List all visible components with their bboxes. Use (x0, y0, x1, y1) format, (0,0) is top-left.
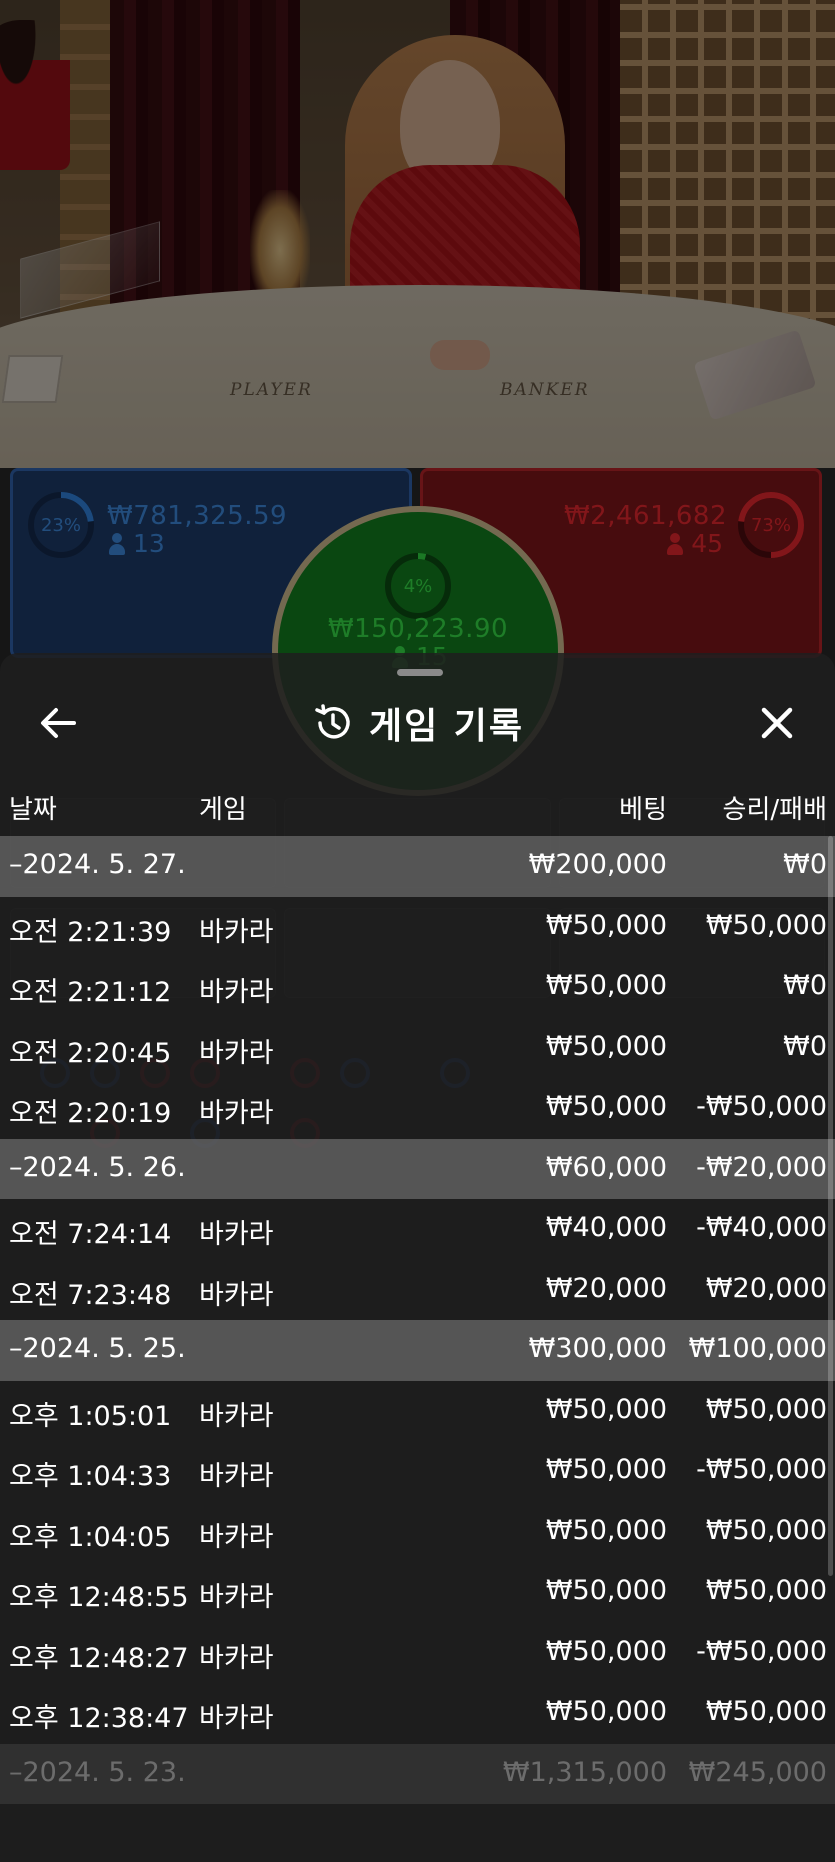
history-row-result: -₩50,000 (696, 1454, 827, 1485)
history-row[interactable]: 오전 2:21:12 바카라 ₩50,000 ₩0 (0, 957, 835, 1018)
history-row-time: 오후 1:05:01 (9, 1400, 172, 1432)
history-row-time: 오후 12:48:27 (9, 1642, 189, 1674)
history-date-result-total: ₩245,000 (688, 1756, 827, 1788)
history-row[interactable]: 오전 2:20:19 바카라 ₩50,000 -₩50,000 (0, 1078, 835, 1139)
history-row-bet: ₩50,000 (545, 1454, 667, 1485)
history-row-bet: ₩50,000 (545, 1393, 667, 1425)
history-row[interactable]: 오전 7:24:14 바카라 ₩40,000 -₩40,000 (0, 1199, 835, 1260)
history-row-result: ₩50,000 (705, 909, 827, 941)
sheet-drag-handle[interactable] (397, 669, 443, 676)
history-row-bet: ₩50,000 (545, 1091, 667, 1122)
history-row-bet: ₩50,000 (545, 1514, 667, 1546)
history-row-game: 바카라 (199, 916, 274, 948)
history-date: –2024. 5. 27. (9, 849, 186, 880)
column-header-result: 승리/패배 (722, 795, 827, 825)
close-icon (761, 707, 793, 739)
history-row-game: 바카라 (199, 1279, 274, 1311)
history-row[interactable]: 오후 1:05:01 바카라 ₩50,000 ₩50,000 (0, 1381, 835, 1442)
sheet-title: 게임 기록 (0, 693, 835, 753)
history-row-bet: ₩50,000 (545, 909, 667, 941)
history-date-bet-total: ₩1,315,000 (502, 1756, 667, 1788)
history-row-game: 바카라 (199, 1037, 274, 1069)
history-row-game: 바카라 (199, 1521, 274, 1553)
column-header-date: 날짜 (9, 795, 57, 825)
history-row-time: 오전 2:21:39 (9, 916, 172, 948)
history-row-time: 오전 7:23:48 (9, 1279, 172, 1311)
history-row-result: ₩20,000 (705, 1272, 827, 1304)
sheet-title-text: 게임 기록 (368, 706, 524, 747)
history-row-time: 오전 2:21:12 (9, 977, 172, 1008)
history-row[interactable]: 오후 1:04:33 바카라 ₩50,000 -₩50,000 (0, 1441, 835, 1502)
history-date-bet-total: ₩200,000 (528, 849, 667, 880)
history-date-row[interactable]: –2024. 5. 27. ₩200,000 ₩0 (0, 836, 835, 897)
history-row-result: ₩0 (783, 970, 827, 1001)
history-row-time: 오전 2:20:45 (9, 1037, 172, 1069)
history-row[interactable]: 오후 1:04:05 바카라 ₩50,000 ₩50,000 (0, 1502, 835, 1563)
history-date-row[interactable]: –2024. 5. 25. ₩300,000 ₩100,000 (0, 1320, 835, 1381)
history-date-bet-total: ₩60,000 (545, 1151, 667, 1183)
history-row-time: 오후 1:04:05 (9, 1521, 172, 1553)
history-row-game: 바카라 (199, 1461, 274, 1492)
history-table-body: –2024. 5. 27. ₩200,000 ₩0 오전 2:21:39 바카라 ₩50,… (0, 836, 835, 1804)
close-button[interactable] (752, 698, 802, 748)
history-row-result: ₩0 (783, 1030, 827, 1062)
history-row-result: -₩50,000 (696, 1091, 827, 1122)
history-date-row[interactable]: –2024. 5. 23. ₩1,315,000 ₩245,000 (0, 1743, 835, 1804)
history-row-time: 오전 7:24:14 (9, 1219, 172, 1250)
history-table-header: 날짜 게임 베팅 승리/패배 (0, 779, 835, 829)
history-row-result: -₩50,000 (696, 1635, 827, 1667)
history-row-time: 오후 1:04:33 (9, 1461, 172, 1492)
history-row[interactable]: 오후 12:48:27 바카라 ₩50,000 -₩50,000 (0, 1623, 835, 1684)
column-header-game: 게임 (199, 795, 247, 825)
history-date-bet-total: ₩300,000 (528, 1333, 667, 1364)
history-row-bet: ₩40,000 (545, 1212, 667, 1243)
history-row[interactable]: 오전 2:21:39 바카라 ₩50,000 ₩50,000 (0, 897, 835, 958)
history-row-bet: ₩50,000 (545, 970, 667, 1001)
history-row-bet: ₩20,000 (545, 1272, 667, 1304)
game-history-sheet: 게임 기록 날짜 게임 베팅 승리/패배 –2024. 5. 27. ₩200,0… (0, 653, 835, 1862)
history-row[interactable]: 오전 7:23:48 바카라 ₩20,000 ₩20,000 (0, 1260, 835, 1321)
history-row-game: 바카라 (199, 977, 274, 1008)
history-row-game: 바카라 (199, 1219, 274, 1250)
history-date: –2024. 5. 26. (9, 1151, 186, 1183)
history-row-bet: ₩50,000 (545, 1575, 667, 1606)
history-row-time: 오후 12:48:55 (9, 1582, 189, 1613)
history-row-game: 바카라 (199, 1582, 274, 1613)
history-row[interactable]: 오후 12:38:47 바카라 ₩50,000 ₩50,000 (0, 1683, 835, 1744)
history-row-game: 바카라 (199, 1703, 274, 1734)
history-date: –2024. 5. 25. (9, 1333, 186, 1364)
history-row-result: -₩40,000 (696, 1212, 827, 1243)
history-icon (315, 704, 350, 739)
history-row-game: 바카라 (199, 1098, 274, 1129)
history-row-time: 오전 2:20:19 (9, 1098, 172, 1129)
history-row-time: 오후 12:38:47 (9, 1703, 189, 1734)
history-date-row[interactable]: –2024. 5. 26. ₩60,000 -₩20,000 (0, 1138, 835, 1199)
history-row-result: ₩50,000 (705, 1696, 827, 1727)
history-row-bet: ₩50,000 (545, 1635, 667, 1667)
history-row-game: 바카라 (199, 1400, 274, 1432)
history-scrollbar[interactable] (828, 836, 833, 1576)
history-date: –2024. 5. 23. (9, 1756, 186, 1788)
history-row[interactable]: 오전 2:20:45 바카라 ₩50,000 ₩0 (0, 1018, 835, 1079)
history-row-result: ₩50,000 (705, 1514, 827, 1546)
history-date-result-total: ₩100,000 (688, 1333, 827, 1364)
history-row-game: 바카라 (199, 1642, 274, 1674)
history-date-result-total: ₩0 (783, 849, 827, 880)
history-date-result-total: -₩20,000 (696, 1151, 827, 1183)
column-header-bet: 베팅 (619, 795, 667, 825)
history-row-result: ₩50,000 (705, 1393, 827, 1425)
history-row-bet: ₩50,000 (545, 1696, 667, 1727)
history-row-result: ₩50,000 (705, 1575, 827, 1606)
history-row-bet: ₩50,000 (545, 1030, 667, 1062)
history-row[interactable]: 오후 12:48:55 바카라 ₩50,000 ₩50,000 (0, 1562, 835, 1623)
